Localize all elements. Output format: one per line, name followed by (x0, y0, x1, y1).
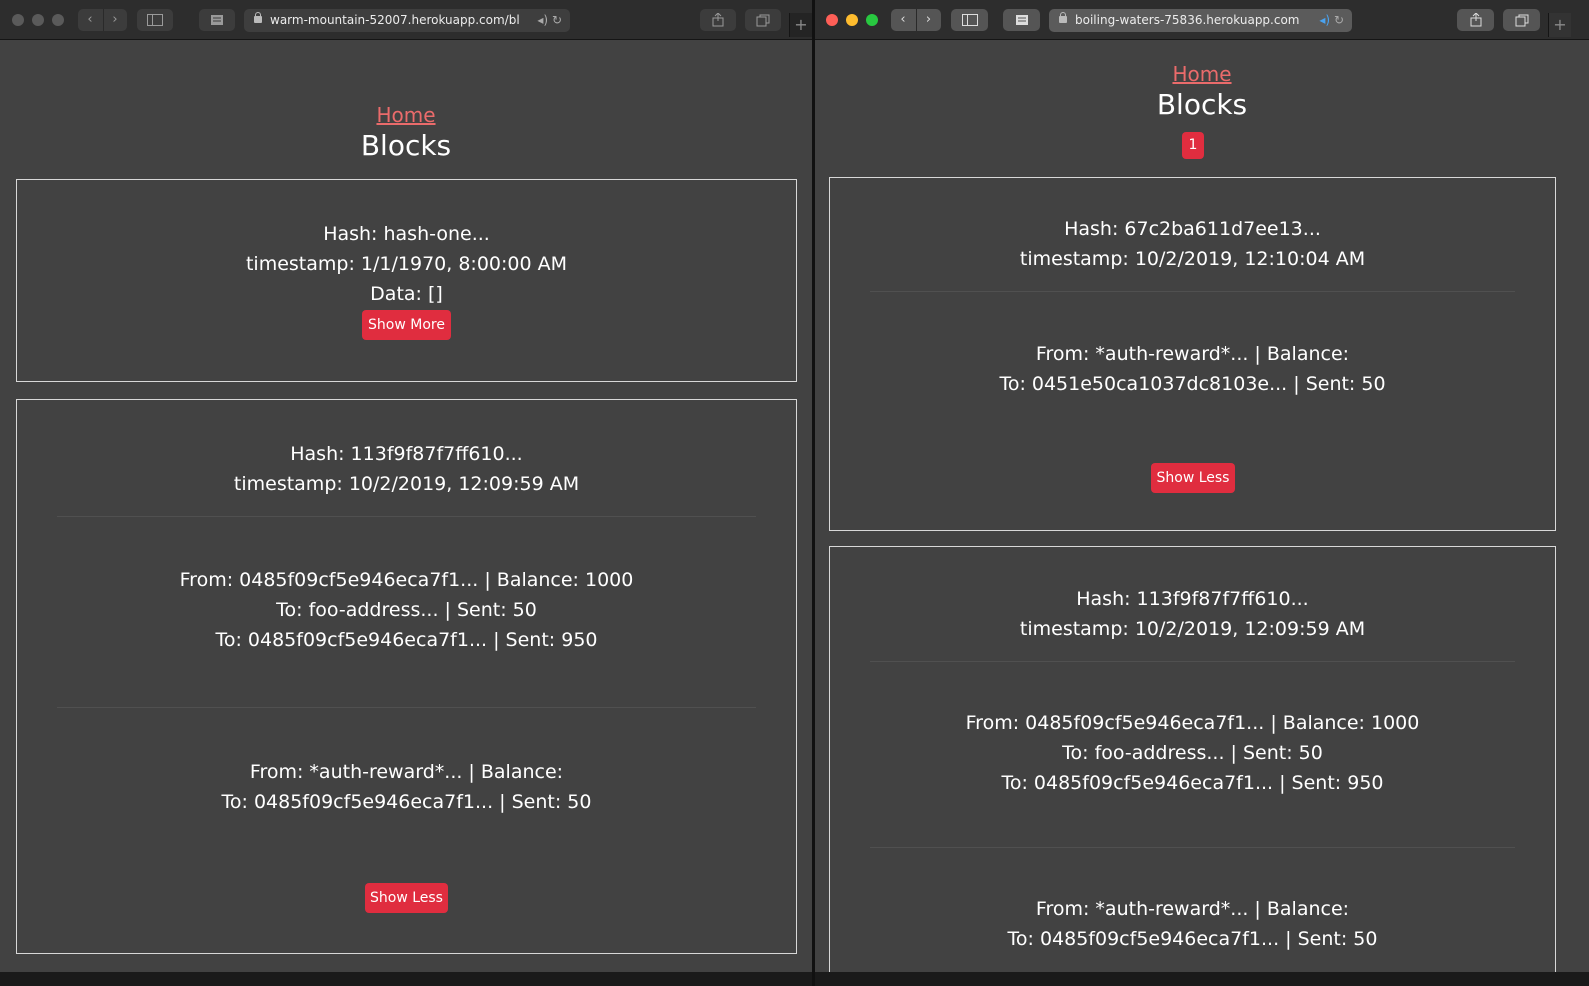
reader-button[interactable] (199, 9, 235, 31)
block-card: Hash: 113f9f87f7ff610... timestamp: 10/2… (829, 546, 1556, 972)
transaction-to: To: 0485f09cf5e946eca7f1... | Sent: 50 (221, 791, 592, 813)
address-bar-url: warm-mountain-52007.herokuapp.com/bl (270, 13, 520, 27)
maximize-window-button[interactable] (52, 14, 64, 26)
show-less-button[interactable]: Show Less (1151, 463, 1235, 493)
speaker-icon[interactable]: ◂) (537, 13, 548, 27)
transaction-from: From: 0485f09cf5e946eca7f1... | Balance:… (965, 712, 1420, 734)
transaction-to: To: 0485f09cf5e946eca7f1... | Sent: 950 (1001, 772, 1384, 794)
transaction-from: From: *auth-reward*... | Balance: (1035, 343, 1350, 365)
transaction-to: To: foo-address... | Sent: 50 (1062, 742, 1323, 764)
close-window-button[interactable] (826, 14, 838, 26)
new-tab-icon[interactable]: + (789, 13, 812, 37)
address-bar[interactable]: warm-mountain-52007.herokuapp.com/bl ◂) … (244, 9, 570, 32)
separator (870, 291, 1515, 292)
audio-reload-icons: ◂) ↻ (1319, 9, 1344, 32)
reader-icon (1015, 15, 1028, 25)
forward-icon[interactable]: › (916, 9, 941, 31)
page-title: Blocks (1156, 88, 1248, 121)
nav-buttons: ‹ › (891, 9, 941, 31)
back-icon[interactable]: ‹ (78, 9, 102, 31)
right-title-bar: ‹ › boiling-waters-75836.herokuapp.com ◂… (815, 0, 1589, 40)
separator (57, 516, 756, 517)
nav-buttons: ‹ › (78, 9, 127, 31)
back-icon[interactable]: ‹ (891, 9, 915, 31)
transaction-from: From: 0485f09cf5e946eca7f1... | Balance:… (179, 569, 634, 591)
share-button[interactable] (1457, 9, 1494, 31)
tabs-icon (1515, 14, 1528, 27)
left-browser-window: ‹ › warm-mountain-52007.herokuapp.com/bl… (0, 0, 812, 972)
transaction-from: From: *auth-reward*... | Balance: (249, 761, 564, 783)
show-less-button[interactable]: Show Less (365, 883, 448, 913)
block-hash: Hash: 67c2ba611d7ee13... (1064, 218, 1321, 240)
sidebar-icon (147, 14, 163, 26)
home-link[interactable]: Home (0, 103, 812, 127)
block-timestamp: timestamp: 1/1/1970, 8:00:00 AM (245, 253, 567, 275)
address-bar-url: boiling-waters-75836.herokuapp.com (1075, 13, 1300, 27)
tabs-overview-button[interactable] (745, 9, 781, 31)
reader-button[interactable] (1003, 9, 1040, 31)
transaction-to: To: 0451e50ca1037dc8103e... | Sent: 50 (999, 373, 1386, 395)
transaction-from: From: *auth-reward*... | Balance: (1035, 898, 1350, 920)
reload-icon[interactable]: ↻ (1334, 13, 1344, 27)
transaction-to: To: 0485f09cf5e946eca7f1... | Sent: 950 (215, 629, 598, 651)
tabs-overview-button[interactable] (1503, 9, 1540, 31)
lock-icon (254, 12, 262, 23)
right-browser-window: ‹ › boiling-waters-75836.herokuapp.com ◂… (815, 0, 1589, 972)
block-hash: Hash: hash-one... (323, 223, 490, 245)
address-bar[interactable]: boiling-waters-75836.herokuapp.com ◂) ↻ (1049, 9, 1352, 32)
speaker-icon[interactable]: ◂) (1319, 13, 1330, 27)
block-data: Data: [] (370, 283, 443, 305)
share-icon (712, 12, 724, 27)
transaction-to: To: foo-address... | Sent: 50 (276, 599, 537, 621)
block-hash: Hash: 113f9f87f7ff610... (290, 443, 523, 465)
forward-icon[interactable]: › (103, 9, 127, 31)
tabs-icon (756, 14, 770, 27)
right-page-content: Home Blocks 1 Hash: 67c2ba611d7ee13... t… (815, 40, 1589, 972)
audio-reload-icons: ◂) ↻ (537, 9, 562, 32)
share-icon (1470, 12, 1481, 27)
block-timestamp: timestamp: 10/2/2019, 12:09:59 AM (1019, 618, 1366, 640)
page-title: Blocks (360, 129, 452, 162)
reload-icon[interactable]: ↻ (552, 13, 562, 27)
lock-icon (1059, 12, 1067, 23)
minimize-window-button[interactable] (846, 14, 858, 26)
block-card: Hash: hash-one... timestamp: 1/1/1970, 8… (16, 179, 797, 382)
show-more-button[interactable]: Show More (362, 310, 451, 340)
sidebar-toggle-button[interactable] (137, 9, 173, 31)
close-window-button[interactable] (12, 14, 24, 26)
pagination-page-1[interactable]: 1 (1182, 132, 1204, 159)
minimize-window-button[interactable] (32, 14, 44, 26)
block-card: Hash: 67c2ba611d7ee13... timestamp: 10/2… (829, 177, 1556, 531)
block-timestamp: timestamp: 10/2/2019, 12:09:59 AM (233, 473, 580, 495)
block-hash: Hash: 113f9f87f7ff610... (1076, 588, 1309, 610)
left-title-bar: ‹ › warm-mountain-52007.herokuapp.com/bl… (0, 0, 812, 40)
share-button[interactable] (700, 9, 736, 31)
new-tab-icon[interactable]: + (1548, 13, 1571, 37)
separator (870, 847, 1515, 848)
block-timestamp: timestamp: 10/2/2019, 12:10:04 AM (1019, 248, 1366, 270)
transaction-to: To: 0485f09cf5e946eca7f1... | Sent: 50 (1007, 928, 1378, 950)
sidebar-icon (961, 14, 978, 26)
home-link[interactable]: Home (815, 62, 1589, 86)
left-page-content: Home Blocks Hash: hash-one... timestamp:… (0, 40, 812, 972)
maximize-window-button[interactable] (866, 14, 878, 26)
sidebar-toggle-button[interactable] (951, 9, 988, 31)
separator (870, 661, 1515, 662)
reader-icon (211, 15, 223, 25)
separator (57, 707, 756, 708)
block-card: Hash: 113f9f87f7ff610... timestamp: 10/2… (16, 399, 797, 954)
